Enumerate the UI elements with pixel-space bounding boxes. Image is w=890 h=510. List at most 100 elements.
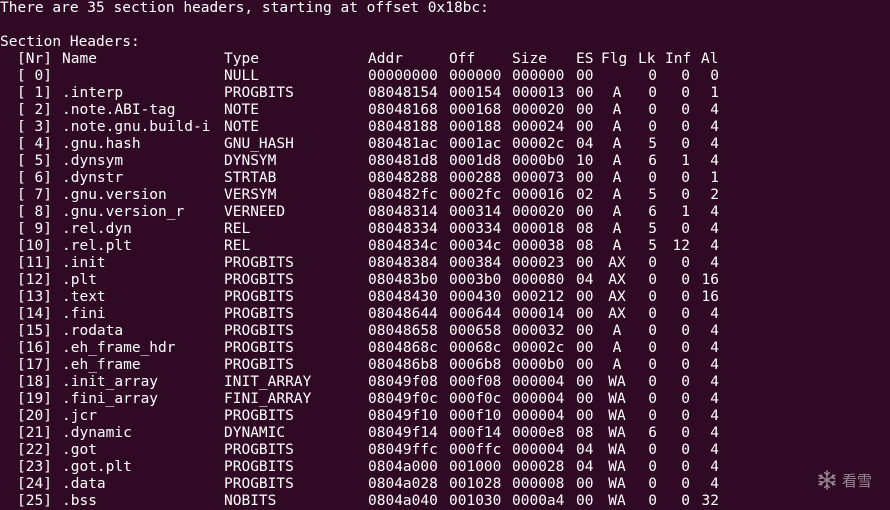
- cell-es: 02: [576, 187, 594, 203]
- cell-al: 4: [710, 255, 719, 271]
- cell-type: VERNEED: [224, 204, 286, 220]
- cell-flg: A: [612, 357, 622, 373]
- cell-nr: [18]: [17, 374, 52, 390]
- cell-flg: WA: [608, 391, 626, 407]
- cell-name: .interp: [62, 85, 124, 101]
- cell-lk: 0: [648, 85, 657, 101]
- section-title: Section Headers:: [0, 34, 140, 50]
- cell-flg: AX: [608, 289, 626, 305]
- cell-off: 001000: [449, 459, 502, 475]
- cell-inf: 0: [681, 102, 690, 118]
- table-row: [11] .init PROGBITS 08048384 000384 000023 00 A…: [0, 255, 890, 272]
- cell-off: 000188: [449, 119, 502, 135]
- table-row: [ 2] .note.ABI-tag NOTE 08048168 000168 00002…: [0, 102, 890, 119]
- cell-es: 00: [576, 170, 594, 186]
- cell-name: .bss: [62, 493, 97, 509]
- cell-al: 4: [710, 323, 719, 339]
- cell-al: 4: [710, 408, 719, 424]
- cell-addr: 08049f10: [368, 408, 438, 424]
- table-row: [ 1] .interp PROGBITS 08048154 000154 000013 0…: [0, 85, 890, 102]
- cell-lk: 0: [648, 408, 657, 424]
- table-row: [14] .fini PROGBITS 08048644 000644 000014 00 A…: [0, 306, 890, 323]
- cell-lk: 0: [648, 340, 657, 356]
- cell-off: 0003b0: [449, 272, 502, 288]
- cell-flg: A: [612, 340, 622, 356]
- cell-off: 0001d8: [449, 153, 502, 169]
- cell-es: 00: [576, 102, 594, 118]
- watermark-text: 看雪: [841, 471, 872, 490]
- cell-al: 4: [710, 153, 719, 169]
- cell-addr: 08048334: [368, 221, 438, 237]
- cell-addr: 080481d8: [368, 153, 438, 169]
- cell-off: 0006b8: [449, 357, 502, 373]
- cell-nr: [21]: [17, 425, 52, 441]
- cell-lk: 0: [648, 170, 657, 186]
- table-row: [ 4] .gnu.hash GNU_HASH 080481ac 0001ac 00002…: [0, 136, 890, 153]
- cell-off: 000658: [449, 323, 502, 339]
- cell-nr: [22]: [17, 442, 52, 458]
- cell-lk: 0: [648, 459, 657, 475]
- cell-off: 000f0c: [449, 391, 502, 407]
- cell-name: .gnu.hash: [62, 136, 141, 152]
- table-row: [12] .plt PROGBITS 080483b0 0003b0 000080 04 AX…: [0, 272, 890, 289]
- table-row: [ 8] .gnu.version_r VERNEED 08048314 000314 0…: [0, 204, 890, 221]
- cell-es: 00: [576, 85, 594, 101]
- cell-name: .init: [62, 255, 106, 271]
- cell-nr: [ 7]: [17, 187, 52, 203]
- cell-inf: 0: [681, 408, 690, 424]
- cell-al: 4: [710, 425, 719, 441]
- cell-flg: AX: [608, 272, 626, 288]
- cell-lk: 0: [648, 119, 657, 135]
- cell-lk: 0: [648, 68, 657, 84]
- table-row: [25] .bss NOBITS 0804a040 001030 0000a4 00 WA 0 0…: [0, 493, 890, 510]
- cell-size: 000212: [512, 289, 565, 305]
- cell-name: .plt: [62, 272, 97, 288]
- cell-al: 4: [710, 391, 719, 407]
- cell-es: 00: [576, 204, 594, 220]
- header-al: Al: [701, 51, 719, 67]
- cell-name: .dynamic: [62, 425, 132, 441]
- cell-addr: 080482fc: [368, 187, 438, 203]
- cell-es: 00: [576, 68, 594, 84]
- cell-al: 4: [710, 476, 719, 492]
- cell-type: PROGBITS: [224, 442, 294, 458]
- cell-name: .dynstr: [62, 170, 124, 186]
- table-row: [ 7] .gnu.version VERSYM 080482fc 0002fc 0000…: [0, 187, 890, 204]
- cell-name: .note.ABI-tag: [62, 102, 176, 118]
- cell-type: NOBITS: [224, 493, 277, 509]
- header-size: Size: [512, 51, 547, 67]
- cell-flg: WA: [608, 459, 626, 475]
- table-row: [20] .jcr PROGBITS 08049f10 000f10 000004 00 WA…: [0, 408, 890, 425]
- cell-type: PROGBITS: [224, 476, 294, 492]
- cell-al: 16: [701, 272, 719, 288]
- cell-nr: [17]: [17, 357, 52, 373]
- cell-off: 000f10: [449, 408, 502, 424]
- terminal-output[interactable]: There are 35 section headers, starting a…: [0, 0, 890, 510]
- cell-flg: A: [612, 170, 622, 186]
- cell-addr: 0804a040: [368, 493, 438, 509]
- cell-type: PROGBITS: [224, 408, 294, 424]
- cell-es: 00: [576, 119, 594, 135]
- cell-addr: 0804868c: [368, 340, 438, 356]
- table-row: [ 3] .note.gnu.build-i NOTE 08048188 000188 0…: [0, 119, 890, 136]
- cell-flg: A: [612, 153, 622, 169]
- cell-off: 001028: [449, 476, 502, 492]
- cell-lk: 0: [648, 391, 657, 407]
- table-row: [10] .rel.plt REL 0804834c 00034c 000038 08 A 5 1…: [0, 238, 890, 255]
- cell-inf: 0: [681, 136, 690, 152]
- table-row: [23] .got.plt PROGBITS 0804a000 001000 000028…: [0, 459, 890, 476]
- cell-off: 00068c: [449, 340, 502, 356]
- cell-type: DYNSYM: [224, 153, 277, 169]
- header-inf: Inf: [665, 51, 692, 67]
- cell-name: .got: [62, 442, 97, 458]
- cell-inf: 0: [681, 340, 690, 356]
- cell-al: 16: [701, 289, 719, 305]
- cell-size: 000073: [512, 170, 565, 186]
- header-addr: Addr: [368, 51, 403, 67]
- cell-size: 000028: [512, 459, 565, 475]
- cell-off: 0002fc: [449, 187, 502, 203]
- cell-nr: [12]: [17, 272, 52, 288]
- cell-al: 32: [701, 493, 719, 509]
- cell-addr: 0804a000: [368, 459, 438, 475]
- cell-lk: 5: [648, 238, 657, 254]
